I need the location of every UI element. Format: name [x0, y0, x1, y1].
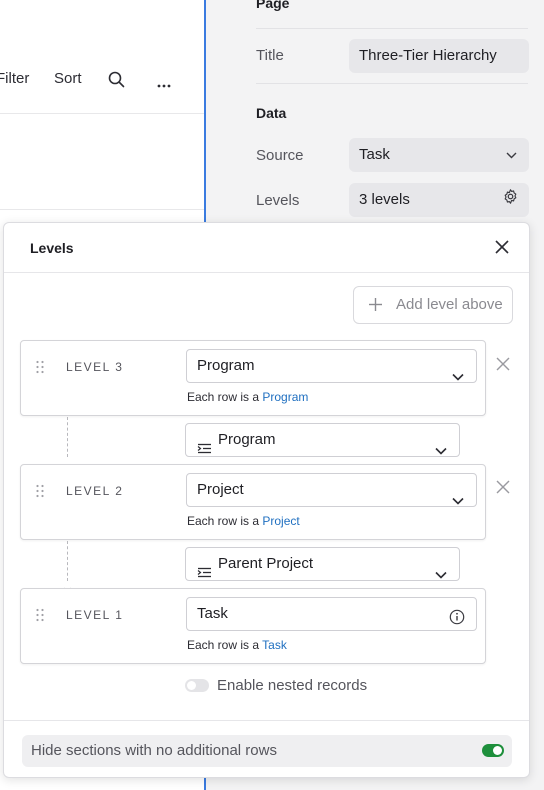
level-3-value: Program [197, 357, 255, 374]
levels-label: Levels [256, 192, 300, 209]
level-2-select[interactable]: Project [186, 473, 477, 507]
level-2-relation-select[interactable]: Parent Project [185, 547, 460, 581]
grip-icon[interactable] [35, 608, 45, 622]
info-icon[interactable] [449, 605, 465, 637]
level-1-description: Each row is a Task [187, 638, 287, 652]
gear-icon[interactable] [502, 184, 519, 218]
table-toolbar: Filter Sort [0, 68, 200, 90]
modal-title: Levels [30, 240, 74, 256]
close-icon[interactable] [493, 238, 511, 256]
title-label: Title [256, 47, 284, 64]
add-level-above-button[interactable]: Add level above [353, 286, 513, 324]
levels-modal: Levels Add level above LEVEL 3 Program E… [3, 222, 530, 778]
relation-value: Program [218, 431, 276, 448]
arrow-down-icon [63, 457, 72, 470]
source-value: Task [359, 146, 390, 163]
level-1-field: Task [186, 597, 477, 631]
close-icon[interactable] [496, 480, 510, 494]
table-divider [0, 113, 204, 114]
sort-button[interactable]: Sort [54, 70, 82, 87]
divider [256, 83, 528, 84]
each-row-text: Each row is a [187, 638, 260, 652]
levels-field[interactable]: 3 levels [349, 183, 529, 217]
table-divider [0, 209, 204, 210]
add-level-label: Add level above [396, 296, 503, 313]
level-3-relation-select[interactable]: Program [185, 423, 460, 457]
title-value: Three-Tier Hierarchy [359, 47, 497, 64]
level-2-description: Each row is a Project [187, 514, 300, 528]
source-select[interactable]: Task [349, 138, 529, 172]
filter-button[interactable]: Filter [0, 70, 29, 87]
relation-icon [197, 434, 212, 466]
level-label: LEVEL 1 [66, 608, 124, 622]
divider [256, 28, 528, 29]
chevron-down-icon [435, 559, 447, 591]
hide-sections-row: Hide sections with no additional rows [22, 735, 512, 767]
each-row-text: Each row is a [187, 514, 260, 528]
level-card-2: LEVEL 2 Project Each row is a Project [20, 464, 486, 540]
relation-value: Parent Project [218, 555, 314, 572]
more-icon[interactable] [157, 75, 171, 92]
chevron-down-icon [435, 435, 447, 467]
level-3-select[interactable]: Program [186, 349, 477, 383]
level-card-1: LEVEL 1 Task Each row is a Task [20, 588, 486, 664]
plus-icon [368, 297, 383, 316]
level-connector [67, 417, 68, 457]
close-icon[interactable] [496, 357, 510, 371]
level-1-link[interactable]: Task [262, 638, 287, 652]
hide-sections-toggle[interactable] [482, 744, 504, 757]
levels-value: 3 levels [359, 191, 410, 208]
level-2-link[interactable]: Project [262, 514, 299, 528]
grip-icon[interactable] [35, 484, 45, 498]
chevron-down-icon [452, 485, 464, 517]
level-3-link[interactable]: Program [262, 390, 308, 404]
modal-header: Levels [4, 223, 529, 273]
hide-sections-label: Hide sections with no additional rows [31, 742, 277, 759]
search-icon[interactable] [108, 71, 125, 92]
level-2-value: Project [197, 481, 244, 498]
level-label: LEVEL 3 [66, 360, 124, 374]
arrow-down-icon [63, 580, 72, 593]
grip-icon[interactable] [35, 360, 45, 374]
nested-records-label: Enable nested records [217, 677, 368, 694]
divider [4, 720, 529, 721]
level-1-value: Task [197, 605, 228, 622]
level-card-3: LEVEL 3 Program Each row is a Program [20, 340, 486, 416]
level-label: LEVEL 2 [66, 484, 124, 498]
relation-icon [197, 558, 212, 590]
level-connector [67, 541, 68, 581]
nested-records-toggle[interactable] [185, 679, 209, 692]
data-section-heading: Data [256, 105, 287, 121]
page-section-heading: Page [256, 0, 290, 11]
chevron-down-icon [452, 361, 464, 393]
chevron-down-icon [506, 138, 517, 172]
source-label: Source [256, 147, 304, 164]
each-row-text: Each row is a [187, 390, 260, 404]
title-field[interactable]: Three-Tier Hierarchy [349, 39, 529, 73]
level-3-description: Each row is a Program [187, 390, 308, 404]
